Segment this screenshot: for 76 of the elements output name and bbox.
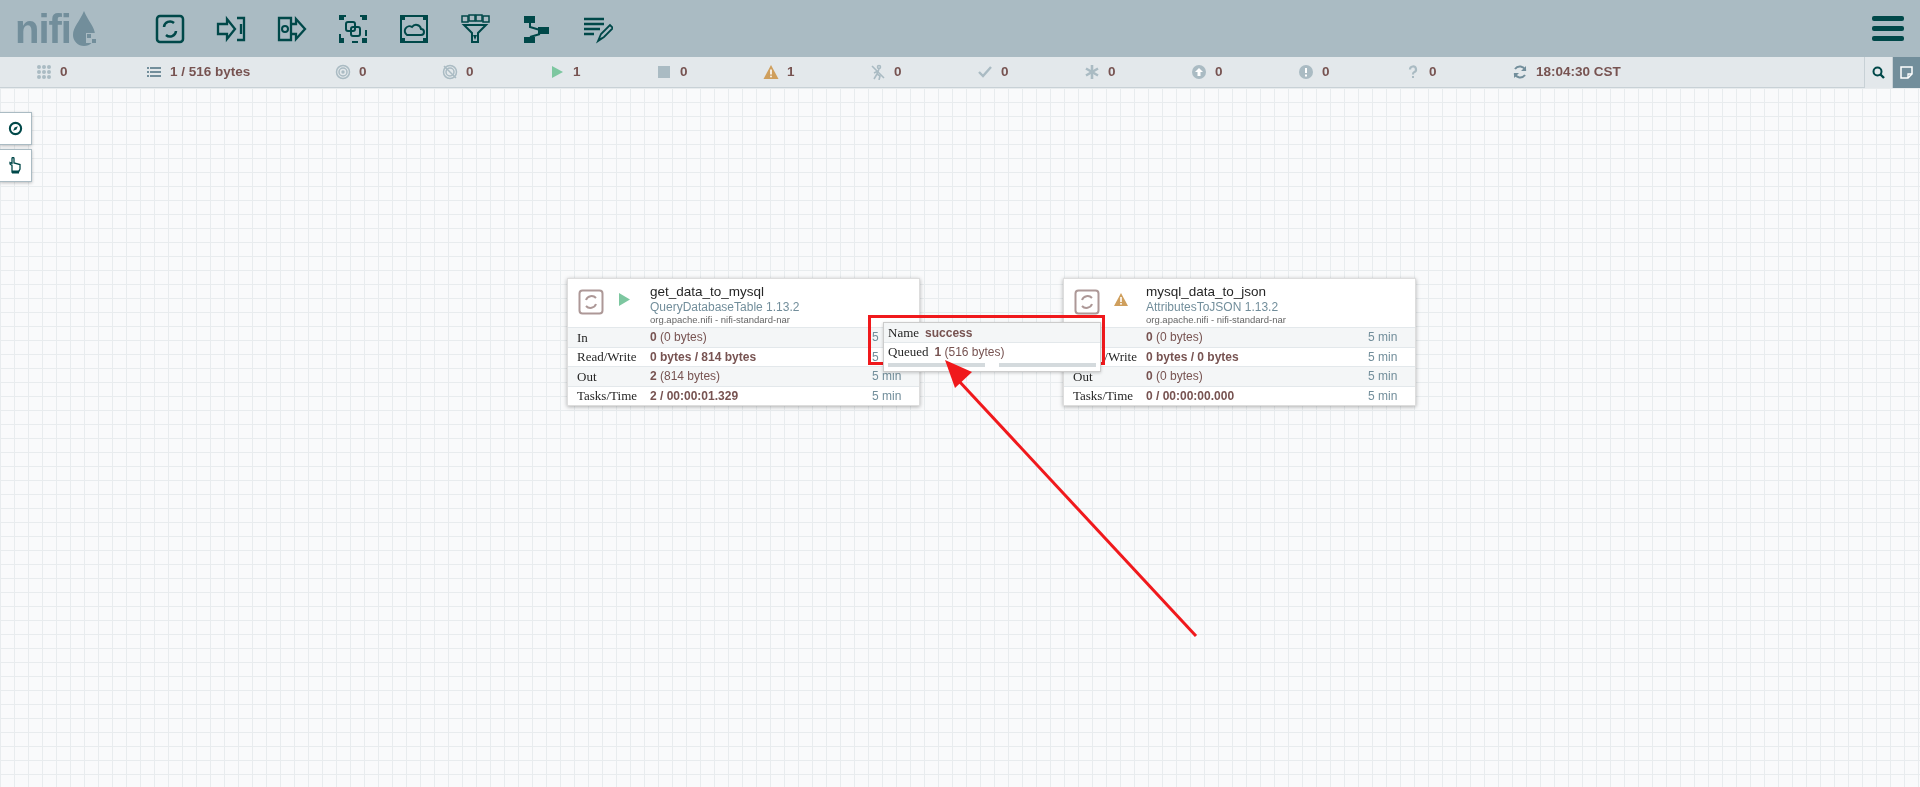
stat-time: 5 min bbox=[1368, 388, 1398, 403]
navigate-button[interactable] bbox=[0, 112, 32, 145]
alert-circle-icon bbox=[1298, 64, 1314, 80]
status-count: 0 bbox=[1429, 62, 1437, 81]
processor-card[interactable]: mysql_data_to_json AttributesToJSON 1.13.2 org.apache.nifi - nifi-standard-nar 0 (0 bytes) 5 min /Write 0 bytes / 0 bytes 5 min Out 0 (0 bytes) 5 min Tasks/Time 0 / 00:00:00.000 5 min bbox=[1063, 278, 1416, 406]
check-icon bbox=[977, 64, 993, 80]
search-icon bbox=[1872, 65, 1885, 79]
stop-icon bbox=[656, 64, 672, 80]
refresh-icon bbox=[1512, 64, 1528, 80]
menu-icon bbox=[1872, 15, 1904, 42]
target-icon bbox=[335, 64, 351, 80]
stat-label: Read/Write bbox=[577, 349, 637, 364]
stat-time: 5 min bbox=[1368, 369, 1398, 384]
upload-circle-icon bbox=[1191, 64, 1207, 80]
threads-icon bbox=[36, 64, 52, 80]
processor-icon bbox=[1074, 289, 1100, 315]
status-count: 0 bbox=[1322, 62, 1330, 81]
status-count: 0 bbox=[60, 62, 68, 81]
stat-label: In bbox=[577, 329, 588, 345]
stat-time: 5 min bbox=[872, 369, 902, 384]
bundle-name: org.apache.nifi - nifi-standard-nar bbox=[1146, 314, 1286, 326]
stat-value: 2 (814 bytes) bbox=[650, 369, 721, 384]
figure-crossed-icon bbox=[870, 64, 886, 80]
connection-name: success bbox=[925, 324, 973, 342]
stat-time: 5 min bbox=[1368, 349, 1398, 364]
stat-label: Tasks/Time bbox=[577, 388, 637, 403]
operate-button[interactable] bbox=[0, 149, 32, 182]
search-button[interactable] bbox=[1864, 56, 1892, 88]
status-count: 1 / 516 bytes bbox=[170, 62, 251, 81]
stat-value: 0 (0 bytes) bbox=[650, 330, 707, 345]
asterisk-icon bbox=[1084, 64, 1100, 80]
status-count: 0 bbox=[1108, 62, 1116, 81]
processor-type: QueryDatabaseTable 1.13.2 bbox=[650, 299, 800, 315]
status-count: 1 bbox=[573, 62, 581, 81]
status-count: 0 bbox=[466, 62, 474, 81]
stat-time: 5 bbox=[872, 330, 879, 345]
processor-type: AttributesToJSON 1.13.2 bbox=[1146, 299, 1280, 315]
target-off-icon bbox=[442, 64, 458, 80]
funnel-icon bbox=[458, 12, 491, 45]
note-icon bbox=[1900, 65, 1913, 79]
processor-icon bbox=[578, 289, 604, 315]
logo-text: nifi bbox=[15, 8, 71, 49]
stat-time: 5 min bbox=[872, 388, 902, 403]
process-group-icon bbox=[336, 12, 369, 45]
stat-time: 5 min bbox=[1368, 330, 1398, 345]
status-count: 0 bbox=[359, 62, 367, 81]
refresh-time: 18:04:30 CST bbox=[1536, 62, 1621, 81]
play-icon bbox=[549, 64, 565, 80]
connection-label: Name bbox=[888, 323, 920, 342]
list-icon bbox=[146, 64, 162, 80]
warning-icon bbox=[763, 64, 779, 80]
status-count: 1 bbox=[787, 62, 795, 81]
stat-time: 5 bbox=[872, 349, 879, 364]
stat-label: Out bbox=[577, 368, 597, 384]
queued-value: 1 (516 bytes) bbox=[934, 344, 1005, 361]
stat-value: 0 (0 bytes) bbox=[1146, 330, 1203, 345]
connection-label-box[interactable]: Name success Queued 1 (516 bytes) bbox=[883, 322, 1101, 372]
stat-value: 0 (0 bytes) bbox=[1146, 369, 1203, 384]
stat-value: 0 bytes / 0 bytes bbox=[1146, 349, 1239, 364]
processor-name: get_data_to_mysql bbox=[650, 285, 766, 300]
stat-label: Tasks/Time bbox=[1073, 388, 1133, 403]
bundle-name: org.apache.nifi - nifi-standard-nar bbox=[650, 314, 791, 326]
status-count: 0 bbox=[680, 62, 688, 81]
hand-pointer-icon bbox=[8, 157, 23, 174]
processor-name: mysql_data_to_json bbox=[1146, 285, 1268, 300]
status-count: 0 bbox=[894, 62, 902, 81]
compass-icon bbox=[8, 121, 23, 136]
droplet-icon bbox=[71, 10, 97, 47]
status-count: 0 bbox=[1215, 62, 1223, 81]
stat-value: 2 / 00:00:01.329 bbox=[650, 388, 739, 403]
stat-value: 0 / 00:00:00.000 bbox=[1146, 388, 1235, 403]
processor-icon bbox=[153, 12, 186, 45]
stat-value: 0 bytes / 814 bytes bbox=[650, 349, 757, 364]
stat-label: /Write bbox=[1104, 349, 1137, 364]
cloud-group-icon bbox=[397, 12, 430, 45]
status-count: 0 bbox=[1001, 62, 1009, 81]
